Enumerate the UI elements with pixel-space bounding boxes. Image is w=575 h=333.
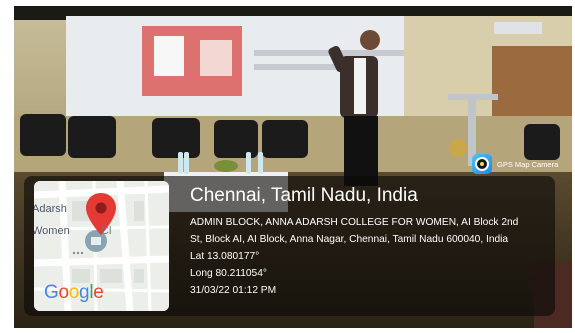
map-label-women: Women	[34, 225, 70, 237]
gps-map-camera-label: GPS Map Camera	[497, 159, 559, 169]
address-line-2: St, Block AI, AI Block, Anna Nagar, Chen…	[190, 234, 509, 245]
geo-tag-card: Adarsh Women Cl Google Chennai, Tamil Na…	[24, 176, 555, 316]
gps-map-camera-badge: GPS Map Camera	[472, 152, 558, 176]
photo-frame: GPS Map Camera Adarsh Women Cl Google Ch…	[0, 0, 575, 333]
map-thumbnail: Adarsh Women Cl Google	[34, 181, 169, 311]
google-logo: Google	[44, 282, 104, 303]
longitude: Long 80.211054°	[190, 268, 267, 279]
gps-map-camera-icon	[472, 154, 492, 174]
location-info: Chennai, Tamil Nadu, India ADMIN BLOCK, …	[190, 184, 550, 299]
timestamp: 31/03/22 01:12 PM	[190, 285, 277, 296]
map-label-cl: Cl	[101, 225, 112, 237]
address-line-1: ADMIN BLOCK, ANNA ADARSH COLLEGE FOR WOM…	[190, 217, 519, 228]
latitude: Lat 13.080177°	[190, 251, 260, 262]
map-label-adarsh: Adarsh	[34, 203, 67, 215]
place-name: Chennai, Tamil Nadu, India	[190, 185, 418, 206]
